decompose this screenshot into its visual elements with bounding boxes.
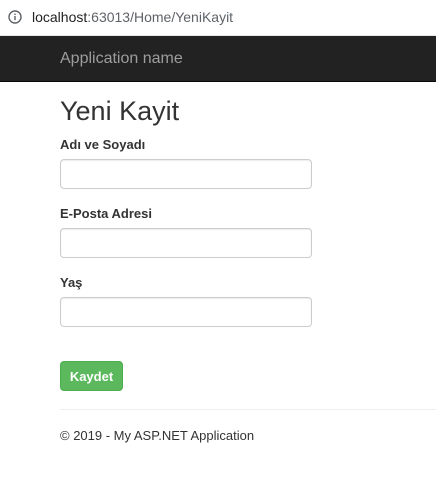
name-input[interactable] (60, 159, 312, 189)
url-text[interactable]: localhost:63013/Home/YeniKayit (32, 9, 233, 25)
url-host: localhost (32, 9, 88, 25)
footer-divider (60, 409, 436, 410)
top-navbar: Application name (0, 36, 436, 82)
footer-text: © 2019 - My ASP.NET Application (60, 428, 255, 443)
browser-address-bar[interactable]: localhost:63013/Home/YeniKayit (0, 0, 436, 36)
url-path: :63013/Home/YeniKayit (87, 9, 234, 25)
name-label: Adı ve Soyadı (60, 137, 146, 152)
age-label: Yaş (60, 275, 83, 290)
save-button[interactable]: Kaydet (60, 361, 123, 391)
age-input[interactable] (60, 297, 312, 327)
page-title: Yeni Kayit (60, 96, 180, 126)
email-input[interactable] (60, 228, 312, 258)
brand-link[interactable]: Application name (60, 50, 183, 68)
email-label: E-Posta Adresi (60, 206, 152, 221)
info-icon[interactable] (8, 10, 22, 24)
